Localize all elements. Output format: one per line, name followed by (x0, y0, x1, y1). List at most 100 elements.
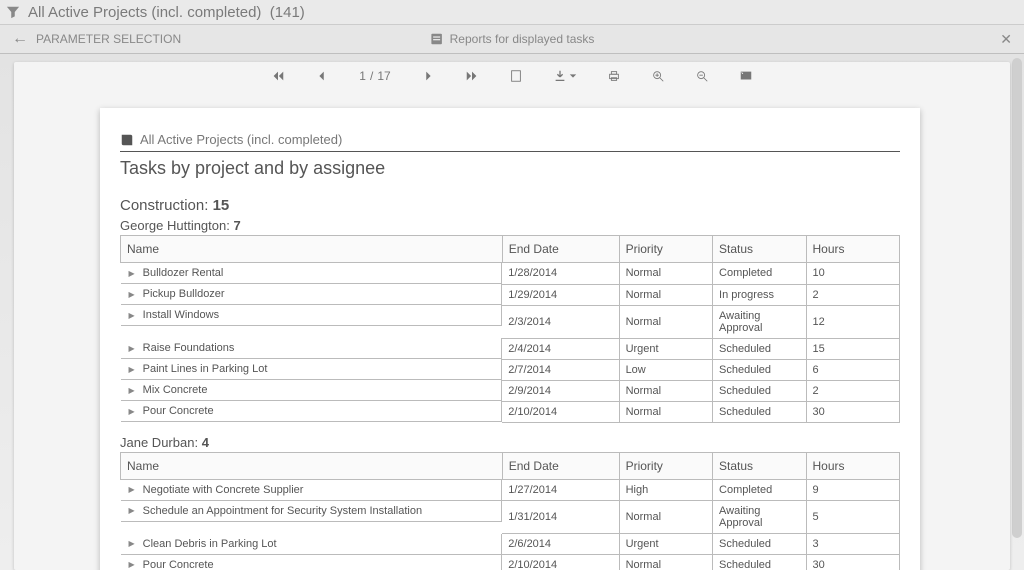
document-page: All Active Projects (incl. completed) Ta… (100, 108, 920, 570)
table-row[interactable]: ▶ Clean Debris in Parking Lot 2/6/2014Urge… (121, 534, 900, 555)
last-page-button[interactable] (465, 69, 479, 83)
task-end: 2/7/2014 (502, 359, 619, 380)
task-status: In progress (713, 284, 806, 305)
task-status: Scheduled (713, 380, 806, 401)
assignee-name: George Huttington (120, 218, 226, 233)
subbar-center-label: Reports for displayed tasks (450, 32, 595, 46)
fullscreen-button[interactable] (739, 69, 753, 83)
expand-caret-icon[interactable]: ▶ (129, 344, 135, 353)
tasks-table: NameEnd DatePriorityStatusHours▶Bulldoze… (120, 235, 900, 423)
expand-caret-icon[interactable]: ▶ (129, 485, 135, 494)
table-row[interactable]: ▶Pour Concrete2/10/2014NormalScheduled30 (121, 401, 900, 422)
page-indicator: 1 / 17 (359, 69, 390, 83)
table-row[interactable]: ▶Install Windows2/3/2014NormalAwaiting A… (121, 305, 900, 338)
scrollbar[interactable] (1012, 58, 1022, 538)
task-end: 1/29/2014 (502, 284, 619, 305)
task-name: Pickup Bulldozer (143, 288, 225, 300)
task-hours: 2 (806, 284, 900, 305)
report-toolbar: 1 / 17 (14, 62, 1010, 90)
subbar: ← PARAMETER SELECTION Reports for displa… (0, 24, 1024, 54)
task-status: Awaiting Approval (713, 305, 806, 338)
single-page-icon[interactable] (509, 69, 523, 83)
task-hours: 5 (806, 501, 900, 534)
task-name: Mix Concrete (143, 384, 208, 396)
page-total: 17 (377, 69, 390, 83)
col-hours: Hours (806, 236, 900, 263)
expand-caret-icon[interactable]: ▶ (129, 386, 135, 395)
task-status: Scheduled (713, 359, 806, 380)
task-end: 2/3/2014 (502, 305, 619, 338)
first-page-button[interactable] (271, 69, 285, 83)
task-priority: Urgent (619, 338, 712, 359)
table-row[interactable]: ▶Mix Concrete2/9/2014NormalScheduled2 (121, 380, 900, 401)
expand-caret-icon[interactable]: ▶ (129, 539, 135, 548)
task-status: Completed (713, 263, 806, 285)
task-hours: 10 (806, 263, 900, 285)
task-priority: High (619, 479, 712, 501)
expand-caret-icon[interactable]: ▶ (129, 407, 135, 416)
task-name: Pour Concrete (143, 405, 214, 417)
task-priority: Urgent (619, 534, 712, 555)
expand-caret-icon[interactable]: ▶ (129, 506, 135, 515)
table-row[interactable]: ▶Raise Foundations2/4/2014UrgentSchedule… (121, 338, 900, 359)
task-name: Bulldozer Rental (143, 267, 224, 279)
task-hours: 2 (806, 380, 900, 401)
next-page-button[interactable] (421, 69, 435, 83)
col-end: End Date (502, 452, 619, 479)
assignee-line: Jane Durban: 4 (120, 435, 900, 450)
col-priority: Priority (619, 236, 712, 263)
report-icon (430, 32, 444, 46)
task-hours: 30 (806, 401, 900, 422)
task-status: Scheduled (713, 534, 806, 555)
filter-icon[interactable] (6, 5, 20, 19)
download-button[interactable] (553, 69, 577, 83)
col-name: Name (121, 452, 503, 479)
page-sep: / (370, 69, 373, 83)
task-status: Completed (713, 479, 806, 501)
task-hours: 9 (806, 479, 900, 501)
task-name: Clean Debris in Parking Lot (143, 538, 277, 550)
close-icon[interactable]: ✕ (1000, 31, 1024, 48)
doc-header: All Active Projects (incl. completed) (120, 132, 900, 152)
print-button[interactable] (607, 69, 621, 83)
table-row[interactable]: ▶Pickup Bulldozer1/29/2014NormalIn progr… (121, 284, 900, 305)
page-header: All Active Projects (incl. completed) (1… (0, 0, 1024, 24)
task-hours: 30 (806, 555, 900, 570)
expand-caret-icon[interactable]: ▶ (129, 365, 135, 374)
table-row[interactable]: ▶Negotiate with Concrete Supplier1/27/20… (121, 479, 900, 501)
table-row[interactable]: ▶Schedule an Appointment for Security Sy… (121, 501, 900, 534)
table-row[interactable]: ▶Bulldozer Rental1/28/2014NormalComplete… (121, 263, 900, 285)
header-count: (141) (270, 4, 305, 21)
assignee-line: George Huttington: 7 (120, 218, 900, 233)
task-end: 2/6/2014 (502, 534, 619, 555)
col-status: Status (713, 452, 806, 479)
project-count: 15 (213, 197, 230, 214)
assignee-count: 7 (233, 218, 240, 233)
task-name: Pour Concrete (143, 559, 214, 570)
task-status: Scheduled (713, 338, 806, 359)
task-hours: 3 (806, 534, 900, 555)
back-arrow-icon[interactable]: ← (12, 30, 28, 48)
zoom-in-button[interactable] (651, 69, 665, 83)
report-frame: 1 / 17 All Active Projects (incl. comple… (14, 62, 1010, 570)
task-end: 1/31/2014 (502, 501, 619, 534)
task-status: Scheduled (713, 555, 806, 570)
expand-caret-icon[interactable]: ▶ (129, 290, 135, 299)
task-priority: Low (619, 359, 712, 380)
table-row[interactable]: ▶Pour Concrete2/10/2014NormalScheduled30 (121, 555, 900, 570)
project-name: Construction (120, 197, 204, 214)
expand-caret-icon[interactable]: ▶ (129, 269, 135, 278)
zoom-out-button[interactable] (695, 69, 709, 83)
task-status: Awaiting Approval (713, 501, 806, 534)
prev-page-button[interactable] (315, 69, 329, 83)
task-name: Install Windows (143, 309, 219, 321)
viewer-area: 1 / 17 All Active Projects (incl. comple… (0, 54, 1024, 570)
back-label[interactable]: PARAMETER SELECTION (36, 32, 181, 46)
expand-caret-icon[interactable]: ▶ (129, 560, 135, 569)
task-end: 1/28/2014 (502, 263, 619, 285)
task-name: Paint Lines in Parking Lot (143, 363, 268, 375)
header-title: All Active Projects (incl. completed) (1… (28, 4, 305, 21)
expand-caret-icon[interactable]: ▶ (129, 311, 135, 320)
table-row[interactable]: ▶ Paint Lines in Parking Lot 2/7/2014LowSc… (121, 359, 900, 380)
task-hours: 6 (806, 359, 900, 380)
